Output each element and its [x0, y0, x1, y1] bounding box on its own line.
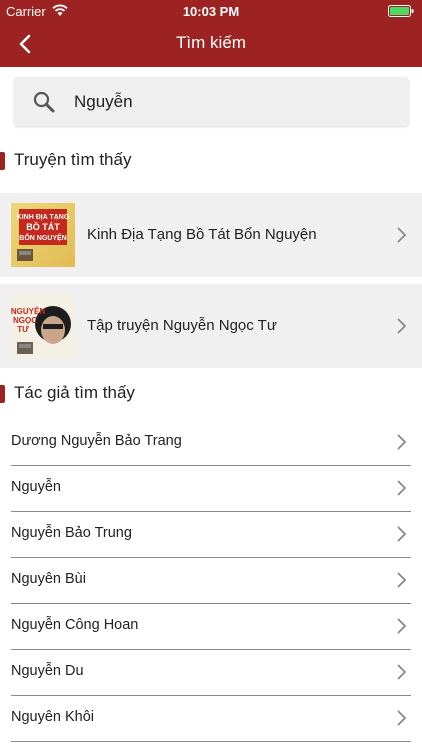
status-bar: Carrier 10:03 PM — [0, 0, 422, 22]
search-input[interactable] — [74, 77, 394, 126]
chevron-right-icon — [397, 434, 406, 450]
cover-text-line: BỔN NGUYỆN — [19, 233, 66, 242]
status-time: 10:03 PM — [182, 4, 240, 19]
author-name: Nguyên Bùi — [11, 571, 86, 587]
authors-section-header: Tác giả tìm thấy — [0, 383, 422, 407]
chevron-right-icon — [397, 227, 406, 243]
book-cover-image: NGUYỄN NGỌC TƯ — [11, 294, 75, 358]
chevron-right-icon — [397, 618, 406, 634]
author-name: Nguyễn — [11, 479, 61, 495]
section-accent-bar — [0, 152, 5, 170]
cover-text-line: NGUYỄN — [11, 307, 45, 316]
cover-text-line: TƯ — [17, 325, 29, 334]
author-row[interactable]: Nguyễn Bảo Trung — [11, 511, 411, 558]
chevron-right-icon — [397, 572, 406, 588]
author-row[interactable]: Nguyễn Du — [11, 649, 411, 696]
chevron-right-icon — [397, 664, 406, 680]
author-name: Nguyễn Bảo Trung — [11, 525, 132, 541]
authors-section-title: Tác giả tìm thấy — [14, 383, 135, 402]
story-title: Kinh Địa Tạng Bồ Tát Bổn Nguyện — [87, 226, 317, 243]
author-row[interactable]: Nguyên Khôi — [11, 695, 411, 742]
story-row[interactable]: NGUYỄN NGỌC TƯ Tập truyện Nguyễn Ngọc Tư — [0, 284, 422, 368]
search-icon — [33, 91, 55, 113]
author-name: Nguyễn Công Hoan — [11, 617, 139, 633]
battery-icon — [388, 5, 414, 17]
author-row[interactable]: Dương Nguyễn Bảo Trang — [11, 419, 411, 466]
stories-section-title: Truyện tìm thấy — [14, 150, 132, 169]
navigation-bar: Carrier 10:03 PM Tìm kiếm — [0, 0, 422, 67]
stories-section-header: Truyện tìm thấy — [0, 150, 422, 174]
cover-text-line: KINH ĐỊA TẠNG — [17, 214, 70, 221]
chevron-right-icon — [397, 480, 406, 496]
author-name: Nguyên Khôi — [11, 709, 95, 725]
book-cover-image: KINH ĐỊA TẠNG BỒ TÁT BỔN NGUYỆN — [11, 203, 75, 267]
section-accent-bar — [0, 385, 5, 403]
author-name: Nguyễn Du — [11, 663, 84, 679]
chevron-right-icon — [397, 318, 406, 334]
page-title: Tìm kiếm — [176, 33, 246, 52]
cover-text-line: NGỌC — [13, 316, 37, 325]
author-row[interactable]: Nguyễn — [11, 465, 411, 512]
author-row[interactable]: Nguyên Bùi — [11, 557, 411, 604]
author-row[interactable]: Nguyễn Công Hoan — [11, 603, 411, 650]
story-title: Tập truyện Nguyễn Ngọc Tư — [87, 317, 277, 334]
story-row[interactable]: KINH ĐỊA TẠNG BỒ TÁT BỔN NGUYỆN Kinh Địa… — [0, 193, 422, 277]
chevron-right-icon — [397, 710, 406, 726]
search-bar[interactable] — [14, 77, 409, 126]
chevron-right-icon — [397, 526, 406, 542]
cover-text-line: BỒ TÁT — [26, 221, 60, 232]
author-name: Dương Nguyễn Bảo Trang — [11, 433, 182, 449]
